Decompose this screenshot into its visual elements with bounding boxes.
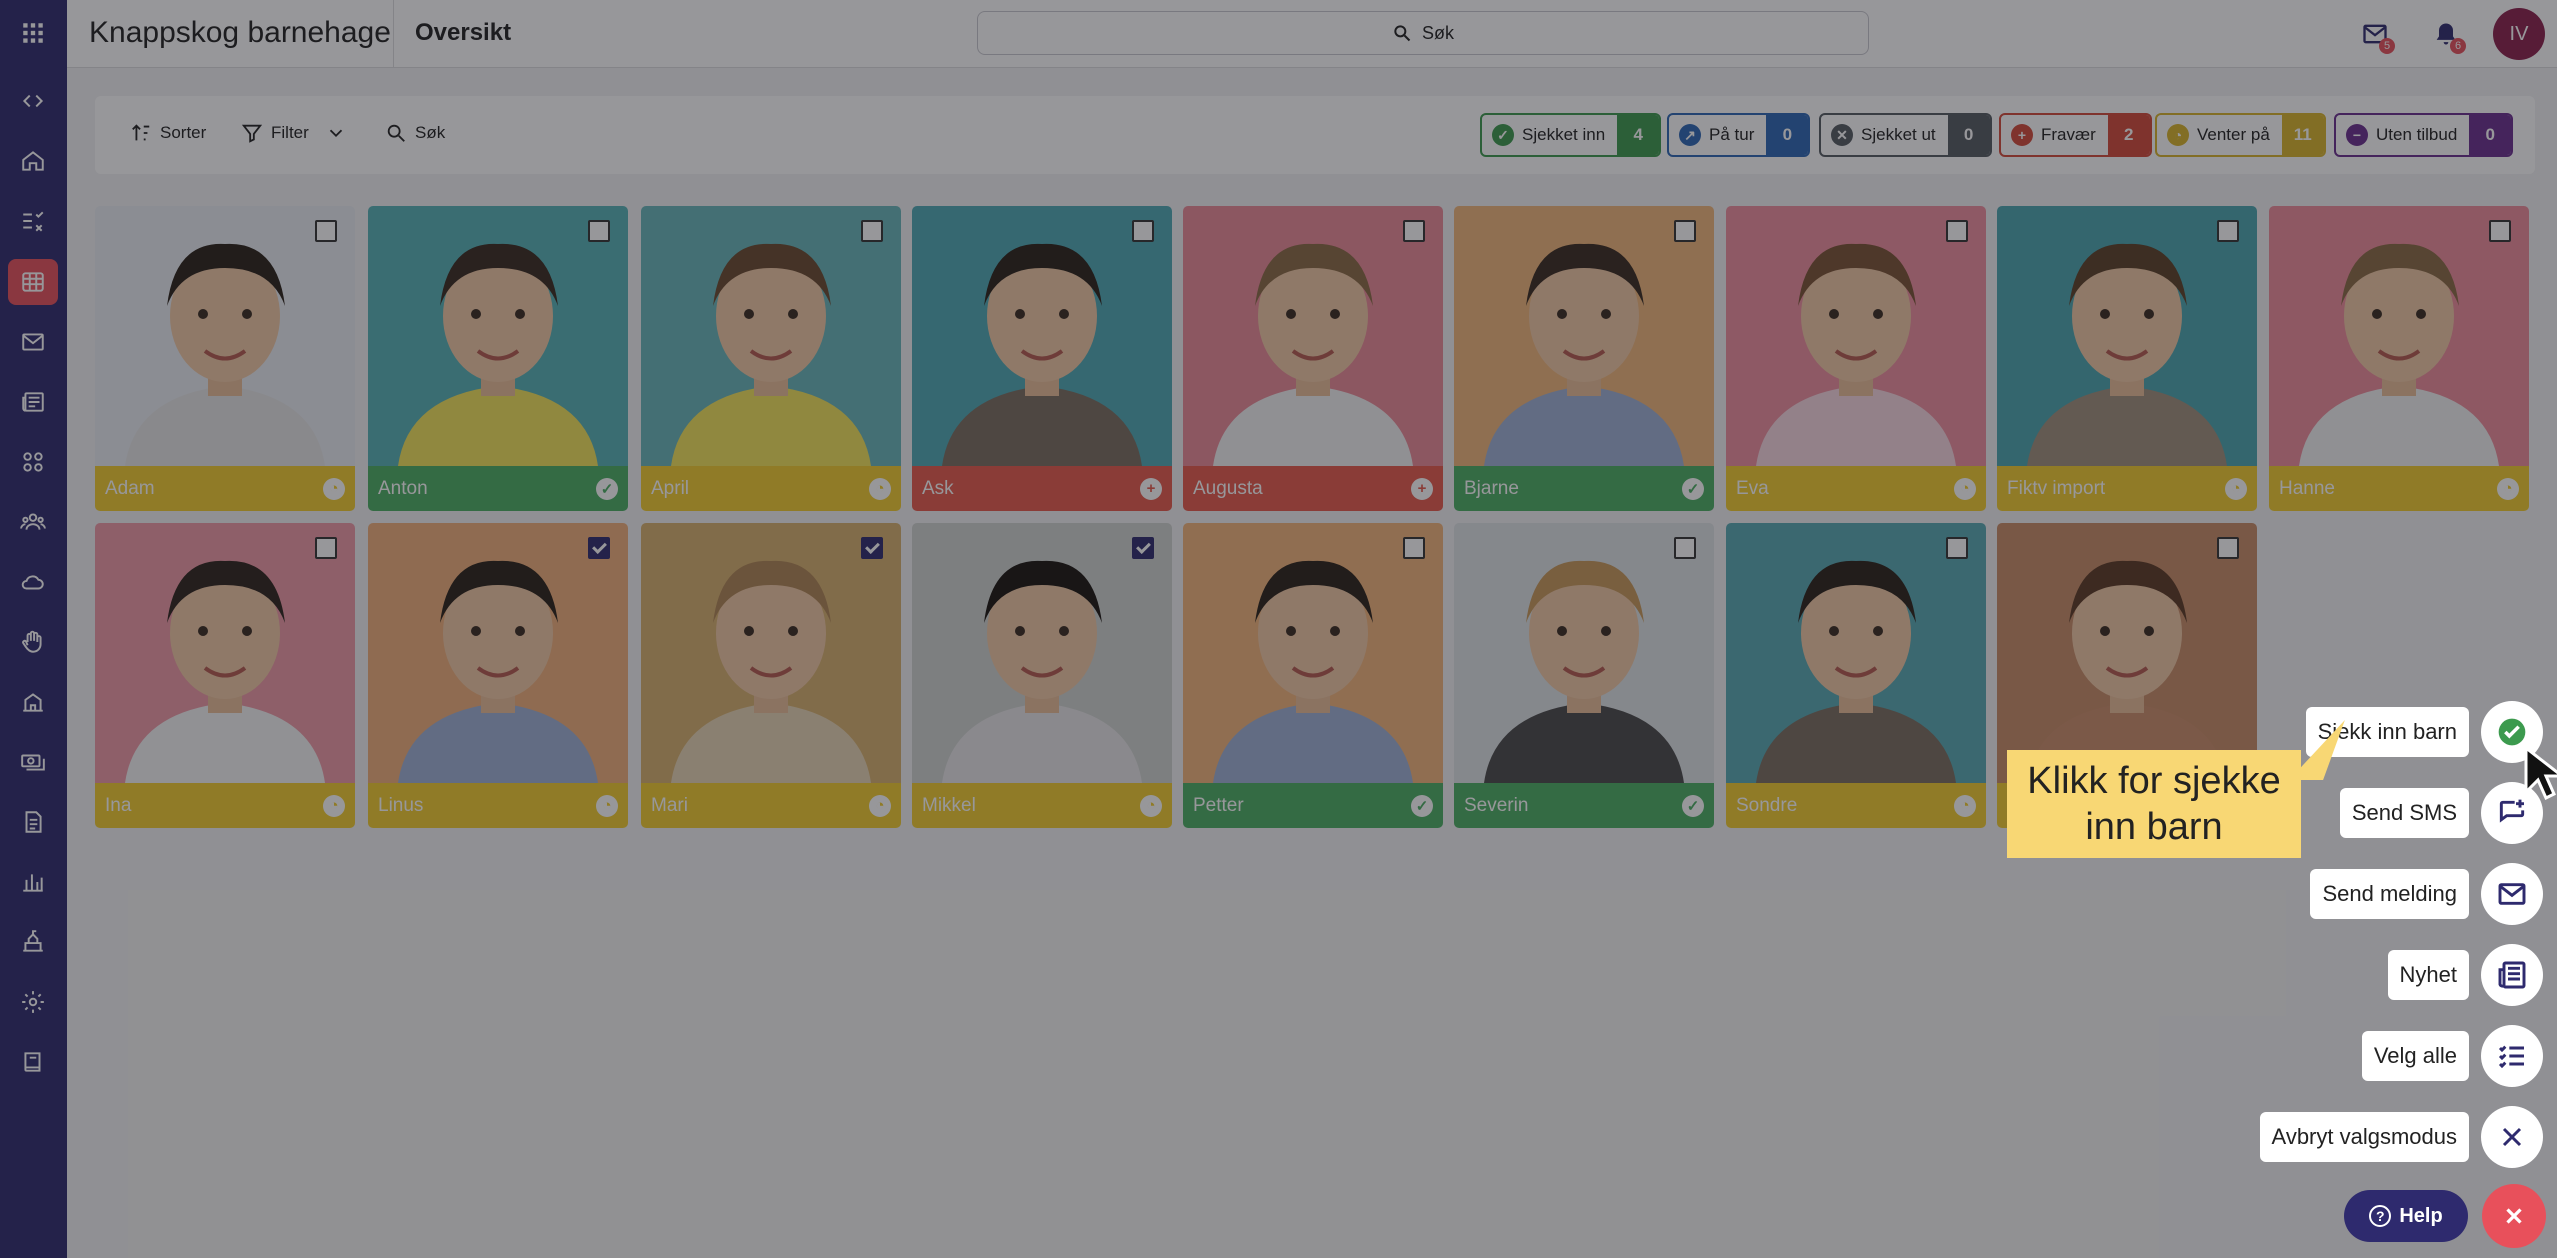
send-sms-label[interactable]: Send SMS	[2339, 788, 2469, 838]
close-icon	[2502, 1127, 2522, 1147]
close-speed-dial-button[interactable]	[2482, 1184, 2546, 1248]
help-button[interactable]: ? Help	[2344, 1190, 2468, 1242]
newspaper-icon	[2498, 961, 2526, 989]
check-circle-icon	[2498, 718, 2526, 746]
news-button[interactable]	[2481, 944, 2543, 1006]
send-message-button[interactable]	[2481, 863, 2543, 925]
mouse-cursor-icon	[2524, 746, 2557, 801]
close-icon	[2506, 1208, 2522, 1224]
envelope-icon	[2498, 883, 2526, 905]
news-action[interactable]: Nyhet	[2387, 944, 2543, 1006]
help-question-icon: ?	[2369, 1205, 2392, 1227]
cancel-select-button[interactable]	[2481, 1106, 2543, 1168]
help-label: Help	[2399, 1204, 2443, 1227]
modal-backdrop[interactable]	[0, 0, 2557, 1258]
send-message-label[interactable]: Send melding	[2310, 869, 2469, 919]
news-label[interactable]: Nyhet	[2387, 950, 2469, 1000]
callout-line-1: Klikk for sjekke	[2027, 760, 2281, 802]
send-message-action[interactable]: Send melding	[2310, 863, 2543, 925]
select-all-action[interactable]: Velg alle	[2361, 1025, 2543, 1087]
send-sms-action[interactable]: Send SMS	[2339, 782, 2543, 844]
check-in-action[interactable]: Sjekk inn barn	[2305, 701, 2543, 763]
tutorial-callout: Klikk for sjekke inn barn	[2007, 750, 2301, 858]
cancel-select-action[interactable]: Avbryt valgsmodus	[2259, 1106, 2543, 1168]
cancel-select-label[interactable]: Avbryt valgsmodus	[2259, 1112, 2469, 1162]
select-all-label[interactable]: Velg alle	[2361, 1031, 2469, 1081]
list-check-icon	[2498, 1045, 2524, 1069]
select-all-button[interactable]	[2481, 1025, 2543, 1087]
callout-line-2: inn barn	[2085, 806, 2223, 848]
